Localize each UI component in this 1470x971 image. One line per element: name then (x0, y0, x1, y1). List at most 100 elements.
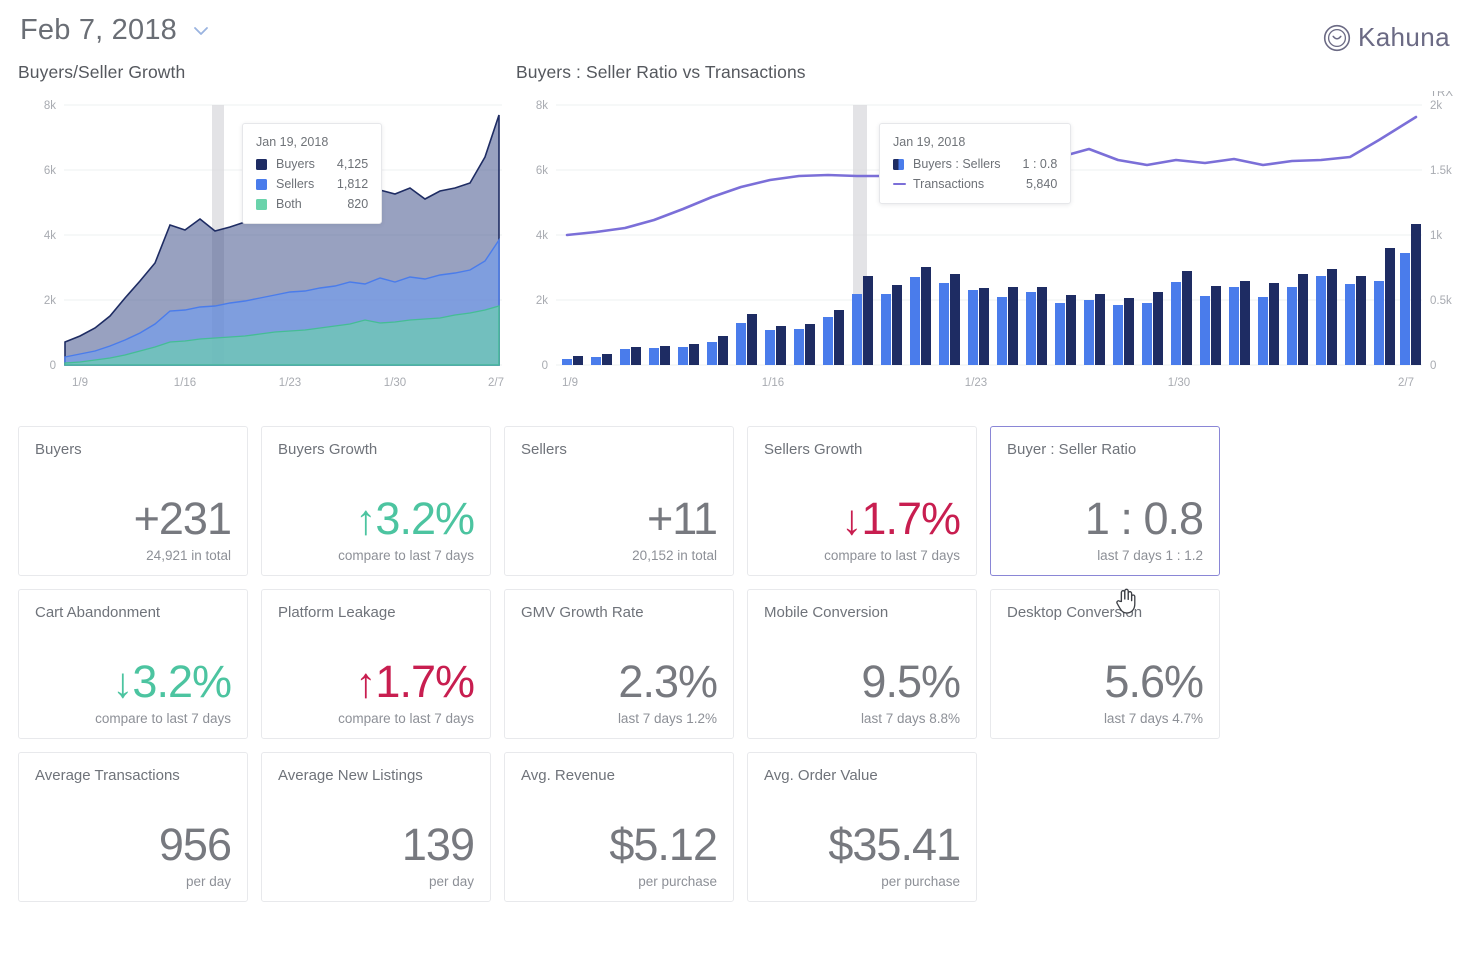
dashboard-page: Feb 7, 2018 Kahuna Buyers/Seller Growth (0, 0, 1470, 971)
brand-name: Kahuna (1357, 22, 1450, 52)
bar-buyers (1356, 276, 1366, 365)
bar-buyers (689, 344, 699, 365)
kpi-card-title: Avg. Order Value (764, 767, 878, 784)
kpi-card-value-text: 3.2% (132, 656, 232, 708)
kpi-card-value: 5.6% (1007, 659, 1204, 705)
bar-buyers (1095, 294, 1105, 365)
kpi-card-value-text: +231 (133, 493, 232, 545)
bar-buyers (1066, 295, 1076, 365)
tooltip-value-both: 820 (347, 197, 369, 211)
bar-sellers (823, 317, 833, 365)
bar-sellers (997, 297, 1007, 365)
bar-sellers (562, 359, 572, 365)
bar-sellers (881, 294, 891, 365)
kpi-card-value: $5.12 (521, 822, 718, 868)
kpi-card-title: Avg. Revenue (521, 767, 615, 784)
svg-text:1/30: 1/30 (1168, 377, 1190, 389)
bar-line-chart-plot[interactable]: 8k 6k 4k 2k 0 TRX 2k 1.5k 1k 0.5k 0 T (516, 91, 1464, 391)
kpi-card-title: Sellers Growth (764, 441, 863, 458)
kpi-card-grid: Buyers +231 24,921 in total Buyers Growth ↑3… (18, 426, 1452, 902)
tooltip-date: Jan 19, 2018 (893, 135, 966, 149)
bar-sellers (1026, 292, 1036, 365)
legend-swatch-both (256, 198, 267, 210)
svg-text:2k: 2k (44, 295, 56, 307)
kpi-card-value-text: 1.7% (375, 656, 475, 708)
bar-chart-tooltip: Jan 19, 2018 Buyers : Sellers 1 : 0.8 Tr… (879, 123, 1072, 204)
kpi-card-value-text: 1 : 0.8 (1084, 493, 1204, 545)
svg-text:1/16: 1/16 (762, 377, 784, 389)
kpi-card-value-text: $35.41 (828, 819, 961, 871)
bar-buyers (1411, 224, 1421, 365)
svg-text:4k: 4k (44, 230, 56, 242)
svg-text:0.5k: 0.5k (1430, 295, 1452, 307)
kpi-card-value: 956 (35, 822, 232, 868)
kpi-card-title: Buyer : Seller Ratio (1007, 441, 1137, 458)
bar-buyers (921, 267, 931, 365)
ratio-vs-transactions-panel: Buyers : Seller Ratio vs Transactions 8k… (516, 62, 1464, 412)
kpi-card-value: 139 (278, 822, 475, 868)
bar-buyers (892, 285, 902, 365)
kpi-card[interactable]: Buyers +231 24,921 in total (18, 426, 248, 576)
kpi-card-value: $35.41 (764, 819, 961, 871)
kpi-card[interactable]: Mobile Conversion 9.5% last 7 days 8.8% (747, 589, 977, 739)
svg-text:0: 0 (1430, 360, 1436, 372)
tooltip-row-transactions: Transactions 5,840 (893, 177, 1057, 191)
kpi-card[interactable]: Average Transactions 956 per day (18, 752, 248, 902)
kpi-card[interactable]: Sellers Growth ↓1.7% compare to last 7 day… (747, 426, 977, 576)
tooltip-value-buyers: 4,125 (336, 157, 369, 171)
tooltip-value-ratio: 1 : 0.8 (1022, 157, 1058, 171)
kpi-card[interactable]: Platform Leakage ↑1.7% compare to last 7 d… (261, 589, 491, 739)
kpi-card[interactable]: Desktop Conversion 5.6% last 7 days 4.7% (990, 589, 1220, 739)
tooltip-value-transactions: 5,840 (1026, 177, 1058, 191)
bar-buyers (1037, 287, 1047, 365)
bar-sellers (765, 330, 775, 365)
date-picker-label: Feb 7, 2018 (20, 14, 177, 46)
bar-buyers (660, 346, 670, 365)
bar-sellers (1229, 287, 1239, 365)
kpi-card-title: GMV Growth Rate (521, 604, 644, 621)
kpi-card[interactable]: Average New Listings 139 per day (261, 752, 491, 902)
bar-sellers (939, 283, 949, 365)
kpi-card-title: Buyers (35, 441, 82, 458)
bar-sellers (852, 294, 862, 365)
tooltip-label-both: Both (276, 197, 302, 211)
kpi-card-subtitle: compare to last 7 days (338, 711, 474, 726)
right-axis-unit-label: TRX (1430, 91, 1453, 99)
svg-text:1/23: 1/23 (965, 377, 987, 389)
svg-text:6k: 6k (44, 165, 56, 177)
kpi-card[interactable]: Buyers Growth ↑3.2% compare to last 7 days (261, 426, 491, 576)
svg-text:1/9: 1/9 (562, 377, 578, 389)
kpi-card[interactable]: Buyer : Seller Ratio 1 : 0.8 last 7 days 1… (990, 426, 1220, 576)
tooltip-row-both: Both 820 (256, 197, 368, 211)
bar-buyers (631, 347, 641, 365)
svg-text:2k: 2k (536, 295, 548, 307)
kpi-card-title: Average Transactions (35, 767, 180, 784)
kpi-card-subtitle: 20,152 in total (632, 548, 717, 563)
kpi-card[interactable]: Avg. Revenue $5.12 per purchase (504, 752, 734, 902)
svg-text:1k: 1k (1430, 230, 1442, 242)
svg-text:8k: 8k (536, 100, 548, 112)
svg-text:2/7: 2/7 (1398, 377, 1414, 389)
area-chart-plot[interactable]: 8k 6k 4k 2k 0 1/9 1/16 1/23 1/30 2/7 Jan… (18, 91, 504, 391)
x-axis-ticks: 1/9 1/16 1/23 1/30 2/7 (562, 377, 1414, 389)
kpi-card-value-text: 1.7% (861, 493, 961, 545)
arrow-up-icon: ↑ (355, 496, 376, 544)
bar-buyers (863, 276, 873, 365)
charts-row: Buyers/Seller Growth 8k 6k 4k 2k 0 1/9 1… (18, 62, 1453, 412)
date-picker[interactable]: Feb 7, 2018 (20, 14, 211, 47)
chevron-down-icon[interactable] (191, 21, 211, 41)
kpi-card[interactable]: Sellers +11 20,152 in total (504, 426, 734, 576)
kpi-card[interactable]: Cart Abandonment ↓3.2% compare to last 7 d… (18, 589, 248, 739)
kpi-card[interactable]: GMV Growth Rate 2.3% last 7 days 1.2% (504, 589, 734, 739)
svg-text:8k: 8k (44, 100, 56, 112)
kpi-card-title: Desktop Conversion (1007, 604, 1143, 621)
kpi-card[interactable]: Avg. Order Value $35.41 per purchase (747, 752, 977, 902)
kpi-card-subtitle: per day (185, 874, 231, 889)
bar-sellers (1258, 297, 1268, 365)
brand-logo: Kahuna (1323, 22, 1450, 53)
bar-sellers (1084, 300, 1094, 365)
bar-sellers (1400, 253, 1410, 365)
bar-buyers (1153, 292, 1163, 365)
tooltip-value-sellers: 1,812 (336, 177, 369, 191)
arrow-up-icon: ↑ (355, 659, 376, 707)
